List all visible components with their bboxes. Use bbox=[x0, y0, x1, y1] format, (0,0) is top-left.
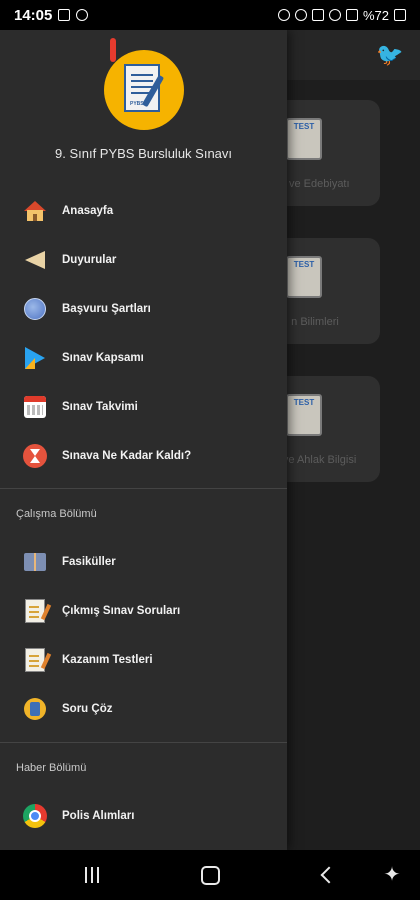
menu-item-soru-coz[interactable]: Soru Çöz bbox=[0, 687, 287, 731]
status-bar: 14:05 %72 bbox=[0, 0, 420, 30]
test-sheet-icon bbox=[22, 647, 48, 673]
menu-item-cikmis-sorular[interactable]: Çıkmış Sınav Soruları bbox=[0, 589, 287, 633]
status-left: 14:05 bbox=[14, 6, 89, 24]
exam-paper-icon bbox=[22, 598, 48, 624]
book-icon bbox=[22, 549, 48, 575]
back-icon bbox=[320, 866, 338, 884]
link-icon bbox=[277, 9, 290, 21]
megaphone-icon bbox=[22, 247, 48, 273]
menu-item-anasayfa[interactable]: Anasayfa bbox=[0, 189, 287, 233]
menu-item-label: Duyurular bbox=[62, 254, 117, 266]
menu-item-sinav-kapsami[interactable]: Sınav Kapsamı bbox=[0, 336, 287, 380]
gallery-icon bbox=[58, 9, 71, 21]
globe-icon bbox=[22, 296, 48, 322]
menu-item-polis-alimlari[interactable]: Polis Alımları bbox=[0, 794, 287, 838]
battery-icon bbox=[394, 9, 406, 21]
status-right: %72 bbox=[277, 7, 406, 23]
home-nav-icon bbox=[200, 865, 220, 885]
navigation-drawer: PYBS 9. Sınıf PYBS Bursluluk Sınavı Anas… bbox=[0, 30, 287, 850]
wifi-icon bbox=[328, 9, 341, 21]
menu-item-label: Sınav Takvimi bbox=[62, 401, 138, 413]
menu-item-duyurular[interactable]: Duyurular bbox=[0, 238, 287, 282]
menu-item-kazanim-testleri[interactable]: Kazanım Testleri bbox=[0, 638, 287, 682]
menu-item-label: Çıkmış Sınav Soruları bbox=[62, 605, 181, 617]
twitter-icon[interactable]: 🐦 bbox=[376, 42, 406, 68]
section-title-news: Haber Bölümü bbox=[16, 762, 87, 774]
signal-icon bbox=[345, 9, 358, 21]
divider bbox=[0, 488, 287, 489]
hourglass-icon bbox=[22, 443, 48, 469]
menu-item-sinav-takvimi[interactable]: Sınav Takvimi bbox=[0, 385, 287, 429]
status-time: 14:05 bbox=[14, 6, 53, 24]
accessibility-icon: ✦ bbox=[383, 864, 401, 886]
accessibility-button[interactable]: ✦ bbox=[372, 862, 412, 888]
calendar-icon bbox=[22, 394, 48, 420]
menu-item-label: Soru Çöz bbox=[62, 703, 113, 715]
drawer-title: 9. Sınıf PYBS Bursluluk Sınavı bbox=[54, 146, 233, 161]
system-nav-bar: ✦ bbox=[0, 850, 420, 900]
menu-item-label: Fasiküller bbox=[62, 556, 116, 568]
shield-icon bbox=[76, 9, 89, 21]
test-icon: TEST bbox=[286, 394, 322, 436]
test-badge: TEST bbox=[293, 260, 315, 269]
home-icon bbox=[22, 198, 48, 224]
recents-icon bbox=[85, 867, 99, 883]
menu-item-label: Sınav Kapsamı bbox=[62, 352, 144, 364]
menu-item-fasikuller[interactable]: Fasiküller bbox=[0, 540, 287, 584]
menu-item-basvuru-sartlari[interactable]: Başvuru Şartları bbox=[0, 287, 287, 331]
divider bbox=[0, 742, 287, 743]
mute-icon bbox=[311, 9, 324, 21]
home-button[interactable] bbox=[190, 862, 230, 888]
menu-item-label: Başvuru Şartları bbox=[62, 303, 151, 315]
menu-item-label: Anasayfa bbox=[62, 205, 114, 217]
test-icon: TEST bbox=[286, 118, 322, 160]
exclamation-icon bbox=[110, 38, 116, 62]
test-badge: TEST bbox=[293, 122, 315, 131]
menu-item-countdown[interactable]: Sınava Ne Kadar Kaldı? bbox=[0, 434, 287, 478]
battery-level: %72 bbox=[362, 7, 389, 23]
app-logo: PYBS bbox=[104, 38, 184, 130]
menu-item-label: Polis Alımları bbox=[62, 810, 135, 822]
recents-button[interactable] bbox=[72, 862, 112, 888]
menu-item-label: Sınava Ne Kadar Kaldı? bbox=[62, 450, 192, 462]
test-icon: TEST bbox=[286, 256, 322, 298]
solve-icon bbox=[22, 696, 48, 722]
chrome-icon bbox=[22, 803, 48, 829]
back-button[interactable] bbox=[306, 862, 346, 888]
play-icon bbox=[22, 345, 48, 371]
vibrate-icon bbox=[294, 9, 307, 21]
menu-item-label: Kazanım Testleri bbox=[62, 654, 153, 666]
section-title-study: Çalışma Bölümü bbox=[16, 508, 97, 520]
test-badge: TEST bbox=[293, 398, 315, 407]
